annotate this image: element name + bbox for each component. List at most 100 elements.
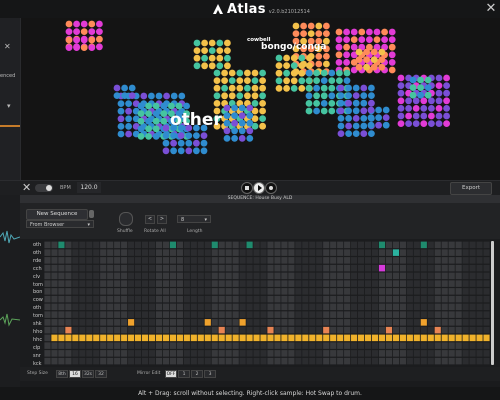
sample-dot[interactable] bbox=[223, 119, 231, 127]
step-cell-active[interactable] bbox=[114, 334, 121, 342]
sample-dot[interactable] bbox=[128, 84, 136, 92]
sample-dot[interactable] bbox=[352, 107, 360, 115]
step-cell[interactable] bbox=[197, 319, 204, 326]
step-cell[interactable] bbox=[281, 311, 288, 318]
sample-dot[interactable] bbox=[251, 92, 259, 100]
step-cell[interactable] bbox=[93, 311, 100, 318]
step-cell[interactable] bbox=[58, 342, 65, 349]
step-cell[interactable] bbox=[107, 249, 114, 256]
step-cell[interactable] bbox=[253, 272, 260, 280]
step-cell[interactable] bbox=[399, 350, 406, 357]
step-cell[interactable] bbox=[232, 280, 239, 287]
step-cell[interactable] bbox=[483, 249, 490, 256]
step-cell[interactable] bbox=[364, 264, 372, 272]
step-cell-active[interactable] bbox=[399, 334, 406, 342]
step-cell[interactable] bbox=[197, 241, 204, 249]
sample-dot[interactable] bbox=[337, 115, 345, 122]
step-cell[interactable] bbox=[385, 350, 393, 357]
step-cell[interactable] bbox=[455, 288, 462, 295]
sample-dot[interactable] bbox=[435, 120, 443, 127]
step-cell[interactable] bbox=[399, 303, 406, 311]
sample-dot[interactable] bbox=[221, 77, 229, 84]
sample-dot[interactable] bbox=[175, 102, 183, 110]
step-cell[interactable] bbox=[351, 350, 358, 357]
step-cell[interactable] bbox=[72, 319, 79, 326]
step-cell[interactable] bbox=[413, 295, 420, 303]
sample-dot[interactable] bbox=[145, 133, 152, 140]
step-cell[interactable] bbox=[176, 326, 183, 334]
sample-dot[interactable] bbox=[409, 84, 417, 91]
step-cell[interactable] bbox=[309, 295, 316, 303]
step-cell-active[interactable] bbox=[323, 326, 330, 334]
step-cell[interactable] bbox=[169, 357, 177, 365]
step-cell[interactable] bbox=[260, 264, 267, 272]
step-cell[interactable] bbox=[155, 311, 163, 318]
sample-dot[interactable] bbox=[363, 48, 370, 56]
step-cell[interactable] bbox=[86, 249, 93, 256]
step-cell[interactable] bbox=[448, 249, 455, 256]
sample-dot[interactable] bbox=[292, 22, 300, 30]
sample-dot[interactable] bbox=[238, 127, 246, 135]
step-cell[interactable] bbox=[190, 241, 197, 249]
sample-dot[interactable] bbox=[360, 115, 368, 122]
step-cell[interactable] bbox=[288, 257, 295, 264]
sample-dot[interactable] bbox=[246, 127, 254, 135]
sample-dot[interactable] bbox=[412, 112, 420, 120]
step-cell[interactable] bbox=[344, 303, 351, 311]
step-cell[interactable] bbox=[176, 257, 183, 264]
step-cell[interactable] bbox=[385, 288, 393, 295]
step-cell[interactable] bbox=[169, 288, 177, 295]
step-cell[interactable] bbox=[337, 326, 344, 334]
sample-dot[interactable] bbox=[223, 127, 231, 135]
sample-dot[interactable] bbox=[435, 89, 443, 97]
sample-dot[interactable] bbox=[140, 92, 148, 100]
sample-dot[interactable] bbox=[370, 63, 378, 71]
step-cell[interactable] bbox=[100, 272, 107, 280]
sample-dot[interactable] bbox=[221, 69, 229, 77]
step-cell[interactable] bbox=[434, 357, 441, 365]
sample-dot[interactable] bbox=[350, 36, 358, 43]
step-cell[interactable] bbox=[462, 303, 469, 311]
step-cell[interactable] bbox=[239, 272, 246, 280]
step-cell[interactable] bbox=[51, 350, 58, 357]
sample-dot[interactable] bbox=[193, 54, 201, 62]
step-cell[interactable] bbox=[385, 295, 393, 303]
step-cell[interactable] bbox=[295, 311, 302, 318]
sample-dot[interactable] bbox=[378, 56, 386, 63]
step-cell[interactable] bbox=[288, 280, 295, 287]
step-cell[interactable] bbox=[462, 326, 469, 334]
step-cell[interactable] bbox=[239, 326, 246, 334]
step-cell[interactable] bbox=[413, 303, 420, 311]
step-cell[interactable] bbox=[79, 295, 86, 303]
step-cell[interactable] bbox=[281, 272, 288, 280]
step-cell[interactable] bbox=[427, 319, 434, 326]
sample-dot[interactable] bbox=[375, 121, 382, 129]
step-cell[interactable] bbox=[44, 350, 51, 357]
step-cell[interactable] bbox=[413, 257, 420, 264]
sample-dot[interactable] bbox=[323, 22, 330, 30]
step-cell[interactable] bbox=[309, 350, 316, 357]
step-cell[interactable] bbox=[204, 326, 211, 334]
sample-dot[interactable] bbox=[96, 28, 103, 35]
step-cell[interactable] bbox=[93, 272, 100, 280]
step-cell[interactable] bbox=[427, 295, 434, 303]
step-cell[interactable] bbox=[225, 311, 232, 318]
step-cell[interactable] bbox=[392, 288, 400, 295]
sample-dot[interactable] bbox=[443, 105, 450, 112]
sample-dot[interactable] bbox=[435, 74, 443, 82]
sample-dot[interactable] bbox=[366, 36, 373, 43]
shuffle-knob[interactable] bbox=[119, 212, 133, 226]
step-cell[interactable] bbox=[260, 357, 267, 365]
step-cell[interactable] bbox=[385, 257, 393, 264]
step-cell-active[interactable] bbox=[378, 241, 386, 249]
step-cell[interactable] bbox=[441, 272, 448, 280]
sample-dot[interactable] bbox=[320, 92, 328, 100]
step-cell[interactable] bbox=[371, 357, 379, 365]
step-cell[interactable] bbox=[246, 342, 253, 349]
step-cell[interactable] bbox=[378, 249, 386, 256]
step-cell[interactable] bbox=[323, 288, 330, 295]
sample-dot[interactable] bbox=[259, 107, 266, 115]
sample-dot[interactable] bbox=[145, 110, 152, 117]
step-cell[interactable] bbox=[107, 288, 114, 295]
step-cell[interactable] bbox=[183, 311, 190, 318]
